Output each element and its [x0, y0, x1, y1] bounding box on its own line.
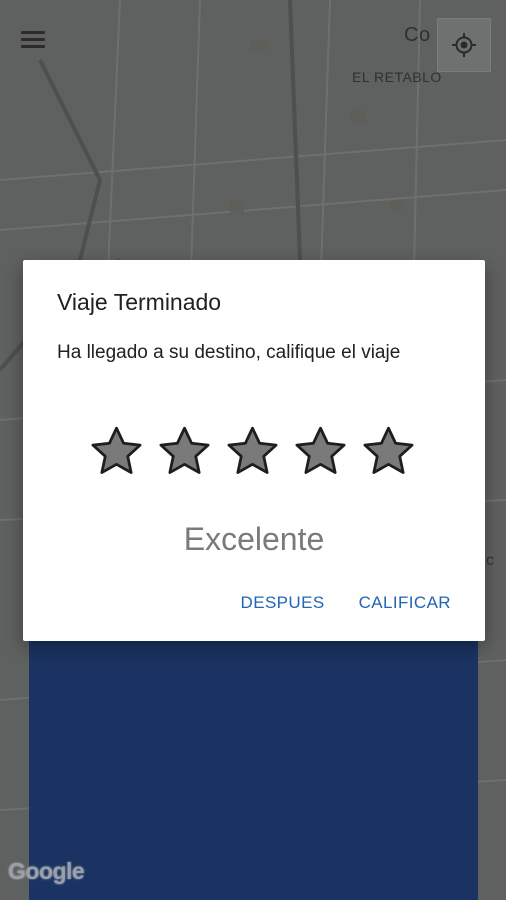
bottom-panel — [29, 638, 478, 900]
dialog-actions: DESPUES CALIFICAR — [241, 593, 451, 613]
star-icon[interactable] — [89, 424, 144, 479]
dialog-message: Ha llegado a su destino, califique el vi… — [57, 342, 401, 363]
star-icon[interactable] — [157, 424, 212, 479]
rate-button[interactable]: CALIFICAR — [359, 593, 451, 613]
google-attribution: Google — [8, 858, 85, 884]
my-location-icon — [452, 33, 476, 57]
rating-dialog: Viaje Terminado Ha llegado a su destino,… — [23, 260, 485, 641]
my-location-button[interactable] — [437, 18, 491, 72]
dialog-title: Viaje Terminado — [57, 289, 222, 315]
menu-button[interactable] — [18, 28, 50, 54]
map-label-right: c — [486, 552, 495, 569]
hamburger-menu-icon — [21, 31, 45, 34]
rating-label: Excelente — [183, 521, 325, 557]
rating-stars — [89, 424, 416, 479]
later-button[interactable]: DESPUES — [241, 593, 325, 613]
star-icon[interactable] — [361, 424, 416, 479]
map-label-top: Co — [404, 24, 431, 46]
map-label-el-retablo: EL RETABLO — [352, 69, 442, 85]
star-icon[interactable] — [225, 424, 280, 479]
star-icon[interactable] — [293, 424, 348, 479]
